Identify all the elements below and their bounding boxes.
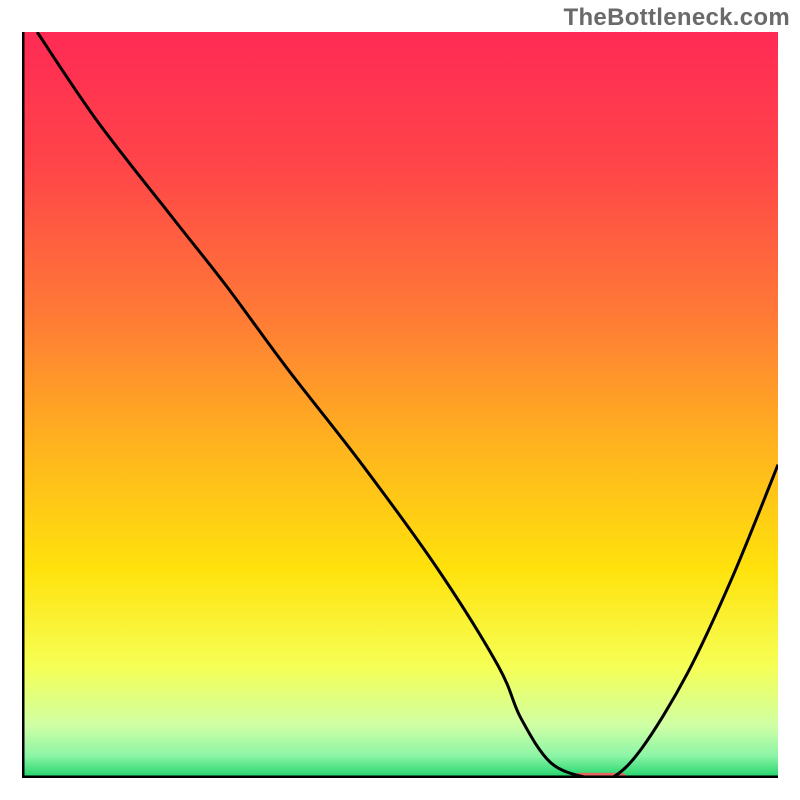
- bottleneck-chart: [22, 32, 778, 778]
- plot-frame: [22, 32, 778, 778]
- chart-container: TheBottleneck.com: [0, 0, 800, 800]
- watermark-text: TheBottleneck.com: [564, 4, 790, 32]
- plot-background-gradient: [22, 32, 778, 778]
